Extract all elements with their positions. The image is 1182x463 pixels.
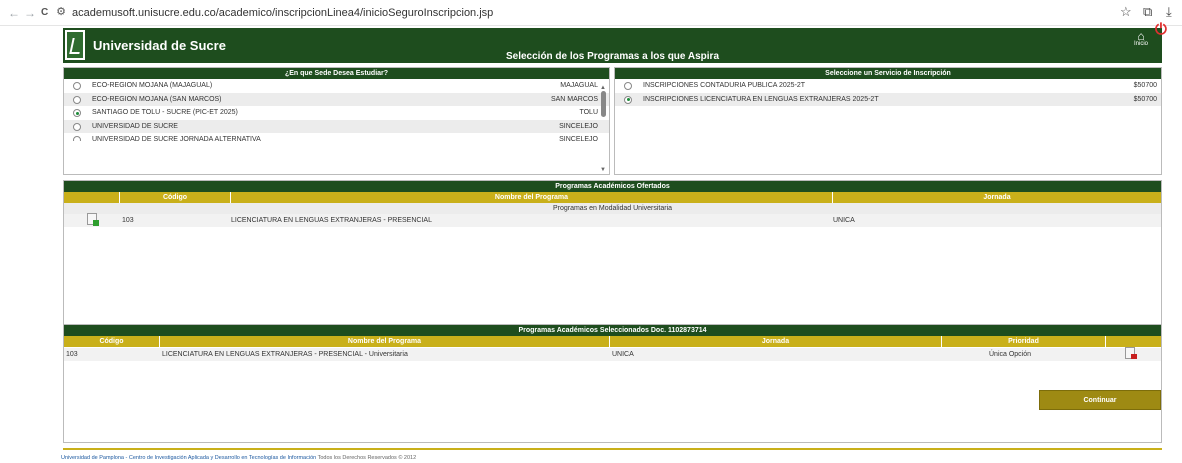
row-jornada: UNICA	[833, 217, 855, 224]
radio-button[interactable]	[73, 122, 81, 131]
sede-label: UNIVERSIDAD DE SUCRE	[92, 122, 178, 130]
sede-list: ECO-REGION MOJANA (MAJAGUAL) MAJAGUAL EC…	[64, 79, 609, 141]
sede-option[interactable]: ECO-REGION MOJANA (MAJAGUAL) MAJAGUAL	[64, 79, 609, 93]
sede-option[interactable]: SANTIAGO DE TOLU - SUCRE (PIC-ET 2025) T…	[64, 106, 609, 120]
site-info-icon[interactable]: ⚙	[54, 5, 68, 19]
seleccionados-title: Programas Académicos Seleccionados Doc. …	[64, 325, 1161, 336]
sede-label: UNIVERSIDAD DE SUCRE JORNADA ALTERNATIVA	[92, 136, 261, 141]
row-jornada: UNICA	[612, 351, 634, 358]
col-codigo: Código	[120, 192, 231, 203]
continuar-button[interactable]: Continuar	[1039, 390, 1161, 410]
ofertados-title: Programas Académicos Ofertados	[64, 181, 1161, 192]
ofertados-header: Código Nombre del Programa Jornada	[64, 192, 1161, 203]
servicio-panel-title: Seleccione un Servicio de Inscripción	[615, 68, 1161, 79]
sede-label: ECO-REGION MOJANA (SAN MARCOS)	[92, 95, 222, 103]
table-row: 103 LICENCIATURA EN LENGUAS EXTRANJERAS …	[64, 213, 1161, 227]
ofertados-panel: Programas Académicos Ofertados Código No…	[63, 180, 1162, 342]
col-nombre: Nombre del Programa	[231, 192, 833, 203]
app-header: Universidad de Sucre Selección de los Pr…	[63, 22, 1167, 63]
table-row: 103 LICENCIATURA EN LENGUAS EXTRANJERAS …	[64, 347, 1161, 361]
footer-link[interactable]: Universidad de Pamplona - Centro de Inve…	[61, 455, 316, 461]
reload-icon[interactable]: C	[41, 5, 48, 21]
sede-panel-title: ¿En que Sede Desea Estudiar?	[64, 68, 609, 79]
servicio-price: $50700	[1133, 95, 1157, 103]
servicio-option[interactable]: INSCRIPCIONES CONTADURIA PUBLICA 2025-2T…	[615, 79, 1161, 93]
col-codigo: Código	[64, 336, 160, 347]
scroll-down-icon[interactable]: ▼	[600, 167, 606, 173]
seleccionados-header: Código Nombre del Programa Jornada Prior…	[64, 336, 1161, 347]
download-icon[interactable]: ⤓	[1166, 4, 1172, 20]
radio-button[interactable]	[73, 95, 81, 104]
radio-button-selected[interactable]	[73, 109, 81, 117]
sede-scrollbar[interactable]: ▲ ▼	[600, 83, 607, 174]
add-program-icon[interactable]	[87, 213, 99, 226]
footer-divider	[63, 448, 1162, 450]
extensions-icon[interactable]: ⧉	[1143, 4, 1152, 20]
footer: Universidad de Pamplona - Centro de Inve…	[61, 455, 416, 461]
sede-label: ECO-REGION MOJANA (MAJAGUAL)	[92, 82, 213, 89]
group-label: Programas en Modalidad Universitaria	[64, 203, 1161, 214]
row-nombre: LICENCIATURA EN LENGUAS EXTRANJERAS - PR…	[162, 351, 408, 358]
sede-option[interactable]: UNIVERSIDAD DE SUCRE SINCELEJO	[64, 119, 609, 133]
servicio-label: INSCRIPCIONES LICENCIATURA EN LENGUAS EX…	[643, 95, 879, 103]
sede-label: SANTIAGO DE TOLU - SUCRE (PIC-ET 2025)	[92, 109, 238, 116]
radio-button-selected[interactable]	[624, 95, 632, 104]
home-label: Inicio	[1133, 41, 1148, 47]
footer-rights: Todos los Derechos Reservados © 2012	[317, 455, 417, 461]
row-codigo: 103	[66, 351, 78, 358]
row-prioridad: Única Opción	[989, 351, 1032, 358]
col-nombre: Nombre del Programa	[160, 336, 610, 347]
address-bar[interactable]: academusoft.unisucre.edu.co/academico/in…	[72, 3, 1072, 23]
page-title: Selección de los Programas a los que Asp…	[505, 51, 720, 62]
row-codigo: 103	[122, 217, 134, 224]
servicio-panel: Seleccione un Servicio de Inscripción IN…	[614, 67, 1162, 175]
empty-header	[64, 192, 120, 203]
seleccionados-panel: Programas Académicos Seleccionados Doc. …	[63, 324, 1162, 443]
sede-panel: ¿En que Sede Desea Estudiar? ECO-REGION …	[63, 67, 610, 175]
browser-toolbar: ← → C ⚙ academusoft.unisucre.edu.co/acad…	[0, 0, 1182, 26]
home-icon: ⌂	[1137, 29, 1145, 43]
sede-city: SAN MARCOS	[550, 95, 598, 103]
servicio-price: $50700	[1133, 82, 1157, 89]
radio-button[interactable]	[73, 82, 81, 90]
col-jornada: Jornada	[983, 194, 1011, 201]
sede-city: MAJAGUAL	[560, 82, 598, 89]
sede-city: SINCELEJO	[559, 122, 598, 130]
radio-button[interactable]	[73, 136, 81, 141]
sede-option[interactable]: UNIVERSIDAD DE SUCRE JORNADA ALTERNATIVA…	[64, 133, 609, 141]
scroll-thumb[interactable]	[601, 91, 606, 117]
sede-city: TOLU	[579, 109, 598, 116]
empty-header	[1106, 336, 1161, 347]
servicio-label: INSCRIPCIONES CONTADURIA PUBLICA 2025-2T	[643, 82, 806, 89]
sede-city: SINCELEJO	[559, 136, 598, 141]
col-jornada: Jornada	[610, 336, 942, 347]
back-icon[interactable]: ←	[8, 5, 20, 21]
delete-program-icon[interactable]	[1125, 347, 1137, 359]
row-nombre: LICENCIATURA EN LENGUAS EXTRANJERAS - PR…	[231, 217, 432, 224]
forward-icon[interactable]: →	[24, 5, 36, 21]
radio-button[interactable]	[624, 82, 632, 90]
home-button[interactable]: ⌂ Inicio	[1129, 29, 1153, 47]
servicio-option[interactable]: INSCRIPCIONES LICENCIATURA EN LENGUAS EX…	[615, 92, 1161, 106]
col-prioridad: Prioridad	[942, 336, 1106, 347]
power-icon[interactable]: ⏻	[1155, 22, 1167, 38]
star-icon[interactable]: ☆	[1120, 4, 1132, 20]
sede-option[interactable]: ECO-REGION MOJANA (SAN MARCOS) SAN MARCO…	[64, 92, 609, 106]
